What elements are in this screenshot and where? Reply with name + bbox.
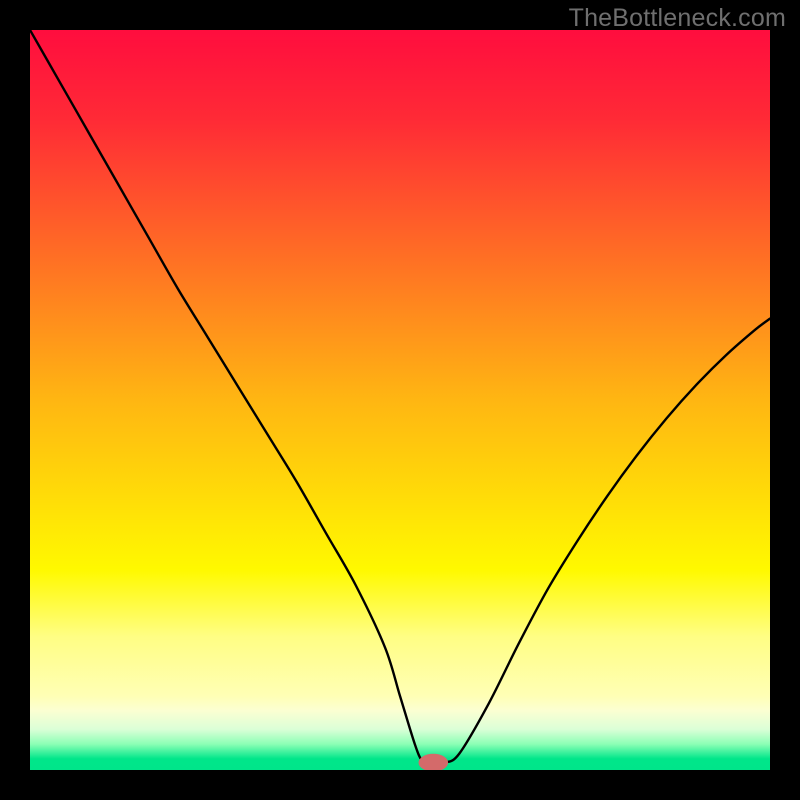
plot-area: [30, 30, 770, 770]
chart-frame: TheBottleneck.com: [0, 0, 800, 800]
chart-svg: [30, 30, 770, 770]
watermark-text: TheBottleneck.com: [569, 4, 786, 33]
gradient-background: [30, 30, 770, 770]
